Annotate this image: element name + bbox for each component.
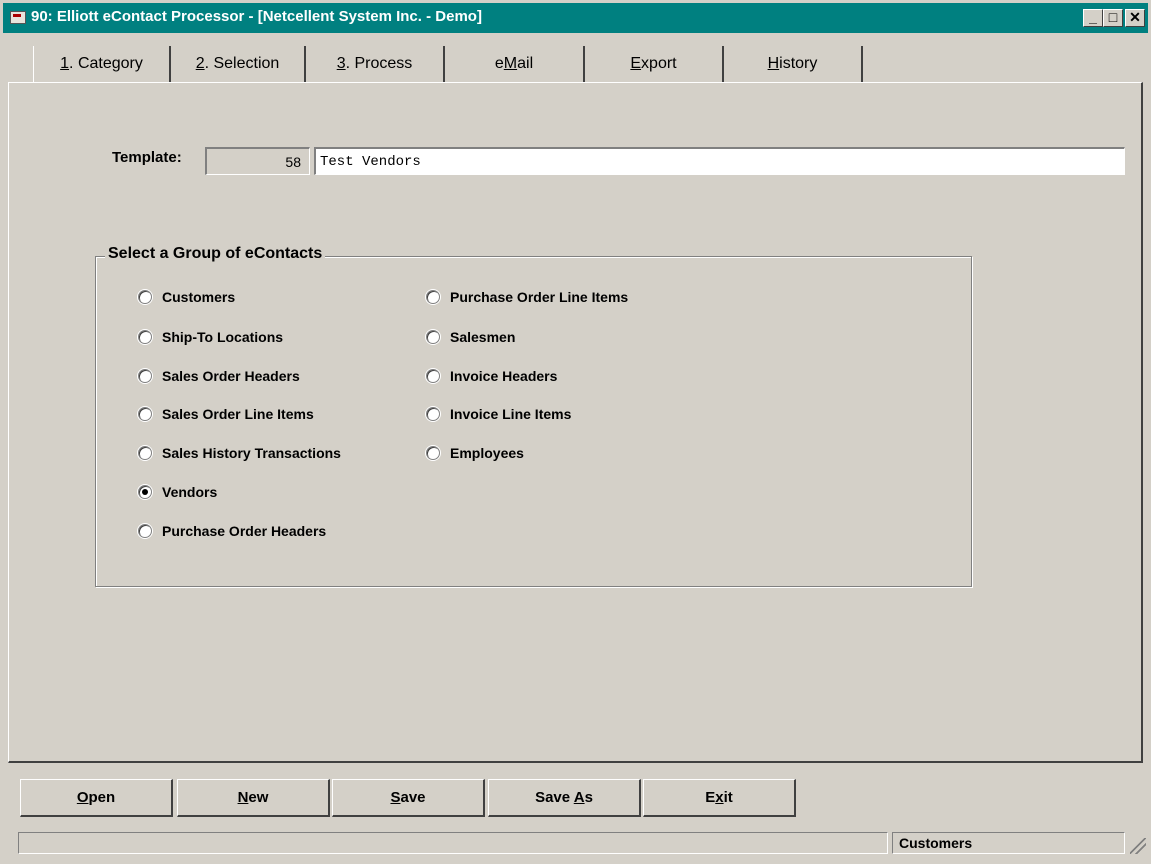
exit-button[interactable]: Exit bbox=[643, 779, 796, 817]
radio-invoice-headers[interactable]: Invoice Headers bbox=[426, 366, 557, 386]
new-button[interactable]: New bbox=[177, 779, 330, 817]
exit-accesskey: x bbox=[715, 789, 724, 806]
save-label: ave bbox=[400, 789, 426, 806]
radio-circle[interactable] bbox=[426, 407, 440, 421]
group-box-title: Select a Group of eContacts bbox=[105, 245, 326, 263]
status-bar-category: Customers bbox=[892, 832, 1125, 854]
template-label: Template: bbox=[112, 149, 182, 166]
radio-circle[interactable] bbox=[138, 330, 152, 344]
close-button[interactable]: ✕ bbox=[1125, 9, 1145, 27]
tab-category-label: . Category bbox=[69, 55, 143, 72]
tab-category-accesskey: 1 bbox=[60, 55, 70, 72]
tab-process[interactable]: 3. Process bbox=[306, 46, 445, 82]
radio-circle[interactable] bbox=[138, 290, 152, 304]
save-as-button[interactable]: Save As bbox=[488, 779, 641, 817]
window-title: 90: Elliott eContact Processor - [Netcel… bbox=[31, 8, 482, 25]
radio-label: Customers bbox=[162, 289, 236, 305]
radio-circle[interactable] bbox=[426, 330, 440, 344]
radio-circle[interactable] bbox=[426, 369, 440, 383]
tab-selection-label: . Selection bbox=[204, 55, 280, 72]
save-as-prefix: Save bbox=[535, 789, 574, 806]
radio-sales-history-transactions[interactable]: Sales History Transactions bbox=[138, 443, 341, 463]
radio-label: Sales Order Headers bbox=[162, 368, 300, 384]
radio-circle[interactable] bbox=[138, 524, 152, 538]
radio-label: Vendors bbox=[162, 484, 218, 500]
radio-employees[interactable]: Employees bbox=[426, 443, 524, 463]
tab-email-label: ail bbox=[517, 55, 534, 72]
radio-label: Invoice Headers bbox=[450, 368, 558, 384]
radio-label: Sales Order Line Items bbox=[162, 406, 314, 422]
save-as-accesskey: A bbox=[573, 789, 585, 806]
tab-category[interactable]: 1. Category bbox=[33, 46, 171, 82]
tab-export-accesskey: E bbox=[630, 55, 642, 72]
tab-process-accesskey: 3 bbox=[336, 55, 346, 72]
save-accesskey: S bbox=[390, 789, 401, 806]
radio-ship-to-locations[interactable]: Ship-To Locations bbox=[138, 327, 283, 347]
radio-purchase-order-headers[interactable]: Purchase Order Headers bbox=[138, 521, 326, 541]
radio-circle[interactable] bbox=[138, 369, 152, 383]
tab-email[interactable]: eMail bbox=[445, 46, 585, 82]
radio-label: Employees bbox=[450, 445, 524, 461]
exit-label: it bbox=[723, 789, 733, 806]
radio-customers[interactable]: Customers bbox=[138, 287, 235, 307]
radio-circle-checked[interactable] bbox=[138, 485, 152, 499]
template-number-field: 58 bbox=[205, 147, 310, 175]
app-icon bbox=[10, 11, 26, 24]
radio-purchase-order-line-items[interactable]: Purchase Order Line Items bbox=[426, 287, 628, 307]
radio-sales-order-headers[interactable]: Sales Order Headers bbox=[138, 366, 300, 386]
radio-vendors[interactable]: Vendors bbox=[138, 482, 217, 502]
radio-circle[interactable] bbox=[138, 446, 152, 460]
radio-salesmen[interactable]: Salesmen bbox=[426, 327, 515, 347]
tab-process-label: . Process bbox=[345, 55, 413, 72]
radio-label: Salesmen bbox=[450, 329, 516, 345]
radio-circle[interactable] bbox=[426, 446, 440, 460]
tab-email-accesskey: M bbox=[503, 55, 518, 72]
radio-label: Invoice Line Items bbox=[450, 406, 572, 422]
tab-history[interactable]: History bbox=[724, 46, 863, 82]
tab-history-label: istory bbox=[779, 55, 818, 72]
new-label: ew bbox=[248, 789, 269, 806]
exit-prefix: E bbox=[705, 789, 716, 806]
radio-circle[interactable] bbox=[138, 407, 152, 421]
radio-circle[interactable] bbox=[426, 290, 440, 304]
radio-label: Purchase Order Headers bbox=[162, 523, 327, 539]
template-name-input[interactable]: Test Vendors bbox=[314, 147, 1125, 175]
radio-label: Ship-To Locations bbox=[162, 329, 284, 345]
tab-export-label: xport bbox=[641, 55, 677, 72]
open-accesskey: O bbox=[76, 789, 89, 806]
radio-invoice-line-items[interactable]: Invoice Line Items bbox=[426, 404, 571, 424]
tab-email-prefix: e bbox=[494, 55, 504, 72]
radio-label: Purchase Order Line Items bbox=[450, 289, 629, 305]
tab-export[interactable]: Export bbox=[585, 46, 724, 82]
save-as-label: s bbox=[584, 789, 593, 806]
open-label: pen bbox=[88, 789, 116, 806]
new-accesskey: N bbox=[237, 789, 249, 806]
status-bar-message bbox=[18, 832, 888, 854]
tab-history-accesskey: H bbox=[767, 55, 780, 72]
open-button[interactable]: Open bbox=[20, 779, 173, 817]
tab-selection[interactable]: 2. Selection bbox=[171, 46, 306, 82]
radio-sales-order-line-items[interactable]: Sales Order Line Items bbox=[138, 404, 314, 424]
resize-grip-icon[interactable] bbox=[1130, 838, 1146, 854]
radio-label: Sales History Transactions bbox=[162, 445, 341, 461]
minimize-button[interactable]: _ bbox=[1083, 9, 1103, 27]
save-button[interactable]: Save bbox=[332, 779, 485, 817]
title-bar: 90: Elliott eContact Processor - [Netcel… bbox=[0, 0, 1151, 34]
maximize-button[interactable]: □ bbox=[1103, 9, 1123, 27]
tab-selection-accesskey: 2 bbox=[195, 55, 205, 72]
